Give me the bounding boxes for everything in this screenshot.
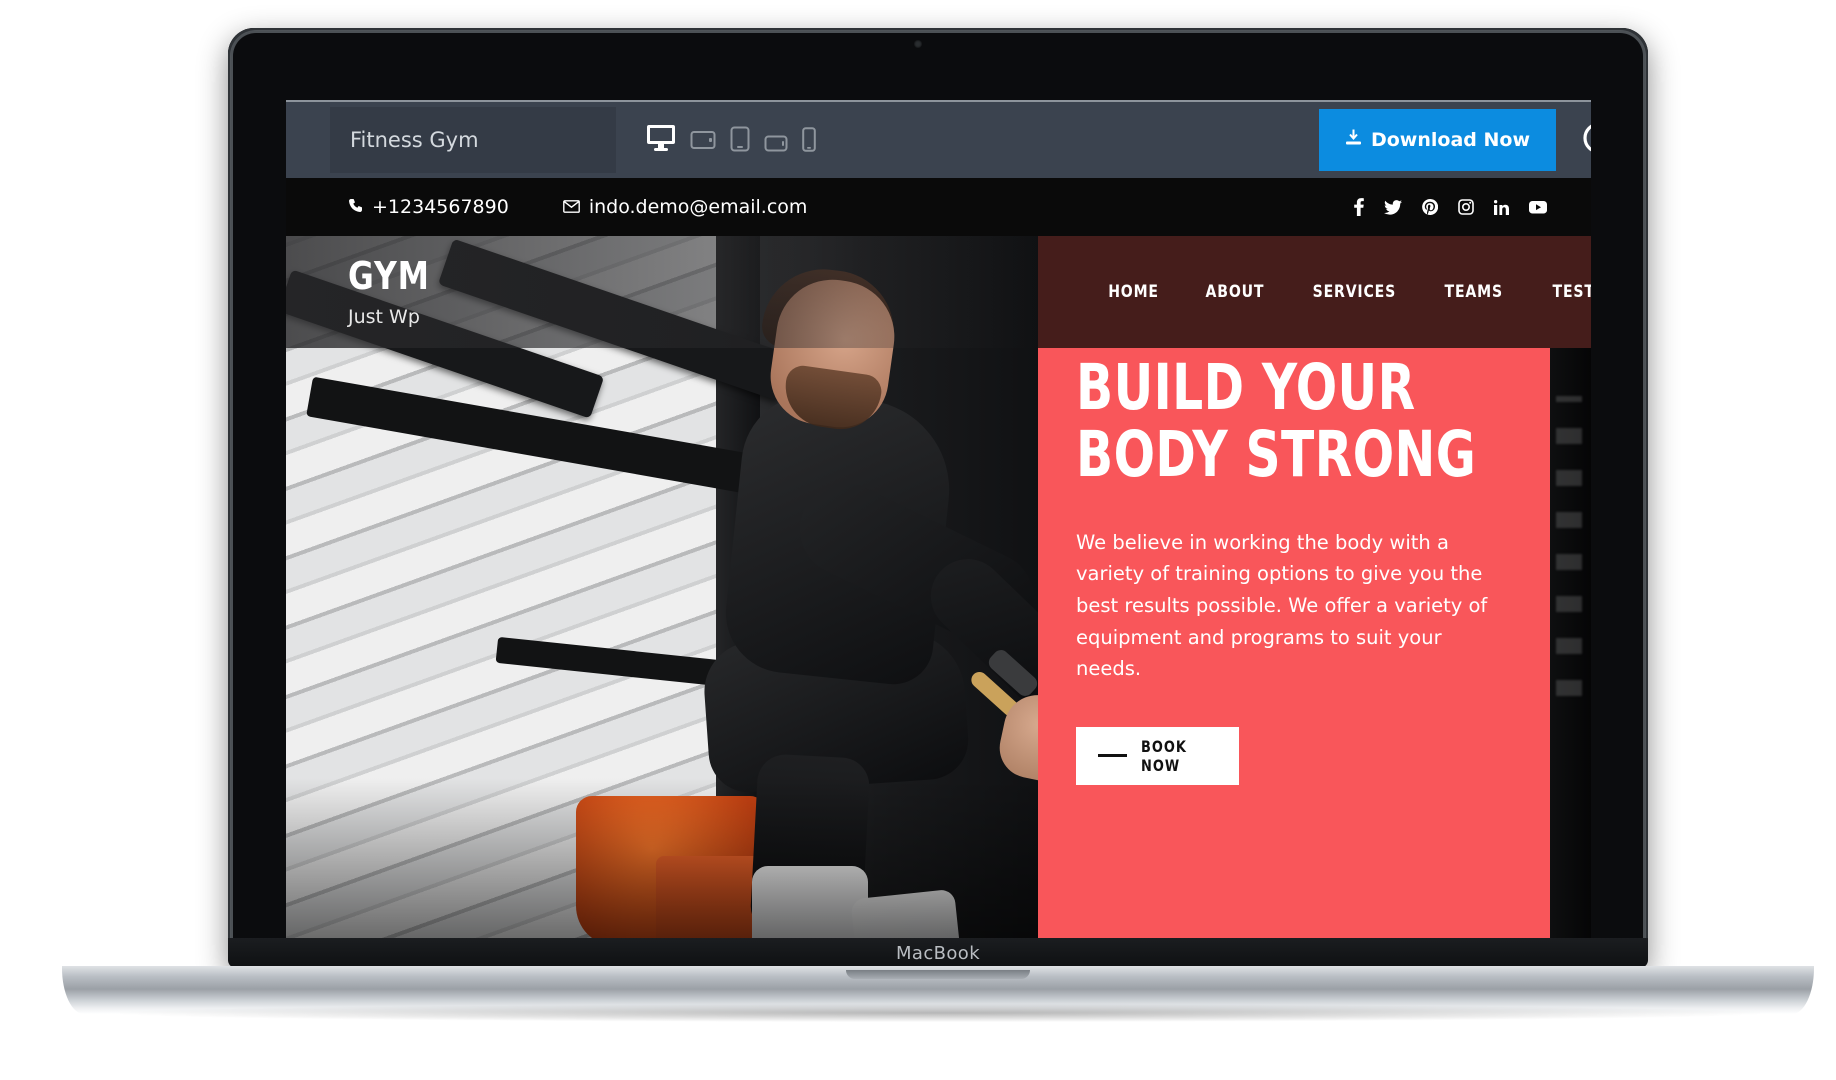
instagram-icon[interactable] bbox=[1458, 199, 1474, 215]
nav-item-testimonials[interactable]: TESTIMONIALS bbox=[1553, 282, 1591, 302]
book-now-dash-icon bbox=[1098, 754, 1128, 758]
tablet-portrait-preview-icon[interactable] bbox=[730, 126, 750, 157]
book-now-button[interactable]: BOOK NOW bbox=[1076, 726, 1239, 785]
youtube-icon[interactable] bbox=[1529, 200, 1547, 214]
main-menu: HOME ABOUT SERVICES TEAMS TESTIMONIALS B… bbox=[1106, 236, 1591, 348]
phone-number: +1234567890 bbox=[372, 196, 509, 218]
gear-icon bbox=[1582, 121, 1591, 160]
book-now-label: BOOK NOW bbox=[1141, 736, 1188, 775]
site-navigation-bar: GYM Just Wp HOME ABOUT SERVICES TEAMS TE… bbox=[286, 236, 1591, 348]
project-title-field[interactable]: Fitness Gym bbox=[330, 107, 616, 173]
nav-item-about[interactable]: ABOUT bbox=[1206, 282, 1265, 302]
tablet-landscape-preview-icon[interactable] bbox=[764, 135, 788, 157]
phone-contact[interactable]: +1234567890 bbox=[348, 196, 509, 218]
desktop-preview-icon[interactable] bbox=[646, 124, 676, 157]
phone-icon bbox=[348, 196, 363, 218]
photo-bottom-gradient bbox=[286, 778, 1038, 938]
pinterest-icon[interactable] bbox=[1422, 199, 1438, 215]
laptop-display: Fitness Gym Download Now +1234567890 ind… bbox=[286, 100, 1591, 938]
hero-headline: BUILD YOUR BODY STRONG bbox=[1076, 351, 1477, 492]
macbook-mockup: Fitness Gym Download Now +1234567890 ind… bbox=[0, 0, 1836, 1080]
site-logo-name: GYM bbox=[348, 254, 430, 298]
linkedin-icon[interactable] bbox=[1494, 199, 1509, 215]
laptop-chin: MacBook bbox=[228, 938, 1648, 968]
laptop-preview-icon[interactable] bbox=[690, 130, 716, 157]
screenshot-stage: Fitness Gym Download Now +1234567890 ind… bbox=[0, 0, 1836, 1080]
laptop-base-shadow bbox=[120, 1004, 1760, 1022]
email-address: indo.demo@email.com bbox=[588, 196, 808, 218]
settings-button[interactable] bbox=[1582, 121, 1591, 160]
mobile-preview-icon[interactable] bbox=[802, 126, 816, 157]
hero-paragraph: We believe in working the body with a va… bbox=[1076, 530, 1488, 681]
site-logo[interactable]: GYM Just Wp bbox=[348, 254, 437, 328]
social-links bbox=[1354, 198, 1547, 216]
email-contact[interactable]: indo.demo@email.com bbox=[562, 196, 808, 218]
project-title-text: Fitness Gym bbox=[350, 128, 479, 152]
download-icon bbox=[1345, 129, 1362, 151]
nav-item-services[interactable]: SERVICES bbox=[1313, 282, 1396, 302]
site-contact-bar: +1234567890 indo.demo@email.com bbox=[286, 178, 1591, 236]
device-preview-switcher[interactable] bbox=[646, 124, 816, 157]
download-now-label: Download Now bbox=[1370, 129, 1530, 151]
webcam-icon bbox=[914, 40, 922, 48]
site-logo-tagline: Just Wp bbox=[348, 306, 420, 328]
hero-content: BUILD YOUR BODY STRONG We believe in wor… bbox=[1076, 354, 1556, 785]
macbook-brand-label: MacBook bbox=[895, 942, 981, 964]
facebook-icon[interactable] bbox=[1354, 198, 1364, 216]
nav-item-teams[interactable]: TEAMS bbox=[1444, 282, 1502, 302]
envelope-icon bbox=[562, 196, 580, 218]
download-now-button[interactable]: Download Now bbox=[1318, 109, 1556, 171]
twitter-icon[interactable] bbox=[1384, 199, 1402, 215]
nav-item-home[interactable]: HOME bbox=[1108, 282, 1159, 302]
builder-toolbar: Fitness Gym Download Now bbox=[286, 100, 1591, 178]
